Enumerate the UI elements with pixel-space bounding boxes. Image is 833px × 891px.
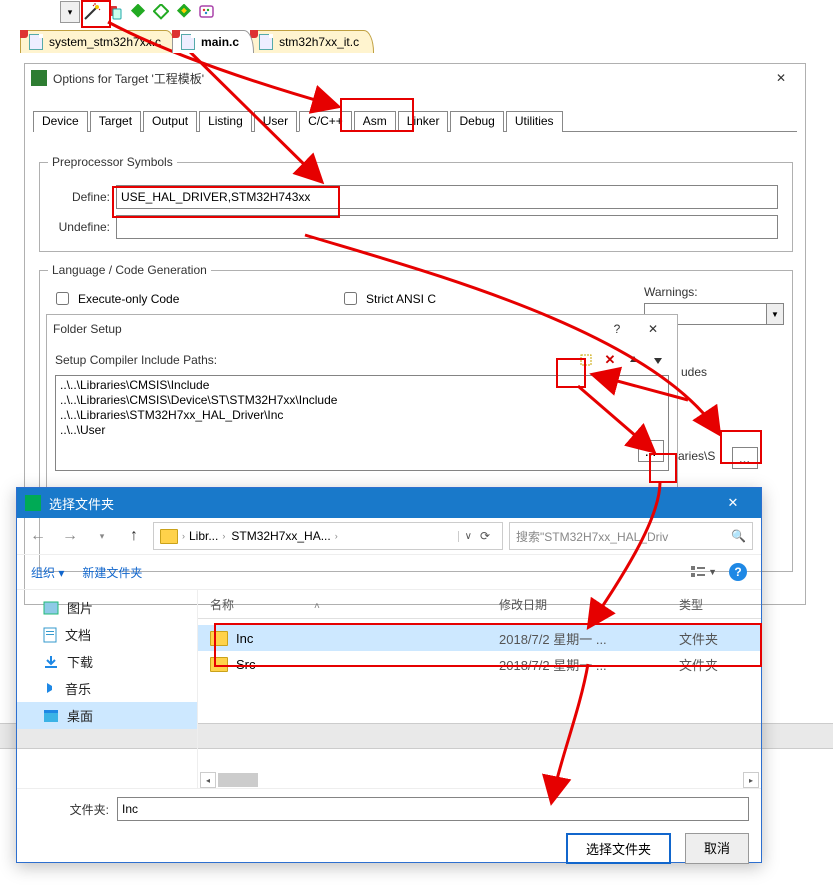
sidebar-item[interactable]: 文档: [17, 621, 197, 648]
sidebar-item[interactable]: 桌面: [17, 702, 197, 729]
include-paths-prompt: Setup Compiler Include Paths:: [55, 353, 217, 367]
wand-icon[interactable]: [81, 1, 103, 23]
app-icon: [31, 70, 47, 86]
dialog-title: Folder Setup: [53, 322, 122, 336]
move-up-icon[interactable]: [623, 349, 645, 371]
close-icon[interactable]: ✕: [713, 488, 753, 518]
folder-row[interactable]: Inc 2018/7/2 星期一 ... 文件夹: [198, 625, 761, 651]
file-tab-label: stm32h7xx_it.c: [279, 35, 359, 49]
file-tab[interactable]: main.c: [172, 30, 254, 53]
diamond-outline-icon[interactable]: [150, 1, 172, 23]
include-paths-value-tail: aries\S: [678, 449, 715, 463]
path-entry[interactable]: ..\..\User: [60, 423, 664, 438]
undefine-label: Undefine:: [46, 220, 110, 234]
group-caption: Preprocessor Symbols: [48, 155, 177, 169]
folder-name-input[interactable]: [117, 797, 749, 821]
horizontal-scrollbar[interactable]: ◂▸: [198, 772, 761, 788]
folder-icon: [210, 631, 228, 646]
file-tab-strip: system_stm32h7xx.c main.c stm32h7xx_it.c: [20, 30, 370, 52]
path-entry[interactable]: ..\..\Libraries\CMSIS\Include: [60, 378, 664, 393]
path-entry[interactable]: ..\..\Libraries\STM32H7xx_HAL_Driver\Inc: [60, 408, 664, 423]
file-tab-label: system_stm32h7xx.c: [49, 35, 161, 49]
dialog-title: 选择文件夹: [49, 494, 114, 513]
column-header[interactable]: 修改日期: [499, 596, 679, 613]
new-folder-button[interactable]: 新建文件夹: [82, 564, 142, 581]
tab-user[interactable]: User: [254, 111, 297, 132]
sidebar-item[interactable]: 音乐: [17, 675, 197, 702]
search-input[interactable]: 搜索"STM32H7xx_HAL_Driv 🔍: [509, 522, 753, 550]
c-file-icon: [259, 34, 273, 50]
path-entry[interactable]: ..\..\Libraries\CMSIS\Device\ST\STM32H7x…: [60, 393, 664, 408]
folder-setup-dialog: Folder Setup ? ✕ Setup Compiler Include …: [46, 314, 678, 496]
breadcrumb[interactable]: STM32H7xx_HA...: [231, 529, 330, 543]
nav-forward-icon: →: [57, 523, 83, 549]
diamond-green-icon[interactable]: [127, 1, 149, 23]
folder-icon: [210, 657, 228, 672]
sidebar-item[interactable]: 图片: [17, 594, 197, 621]
nav-up-icon[interactable]: ↑: [121, 523, 147, 549]
dialog-title: Options for Target '工程模板': [53, 70, 204, 87]
tab-listing[interactable]: Listing: [199, 111, 252, 132]
move-down-icon[interactable]: [647, 349, 669, 371]
close-icon[interactable]: ✕: [763, 66, 799, 90]
column-header[interactable]: 名称: [210, 598, 234, 612]
tab-asm[interactable]: Asm: [354, 111, 396, 132]
include-paths-list[interactable]: ..\..\Libraries\CMSIS\Include ..\..\Libr…: [55, 375, 669, 471]
tab-utilities[interactable]: Utilities: [506, 111, 563, 132]
options-tab-bar: Device Target Output Listing User C/C++ …: [33, 110, 797, 132]
folder-icon: [160, 529, 178, 544]
define-input[interactable]: [116, 185, 778, 209]
delete-path-icon[interactable]: ✕: [599, 349, 621, 371]
define-label: Define:: [58, 190, 110, 204]
nav-recent-icon[interactable]: ▾: [89, 523, 115, 549]
column-header[interactable]: 类型: [679, 596, 749, 613]
folder-row[interactable]: Src 2018/7/2 星期一 ... 文件夹: [198, 651, 761, 677]
toolbar-dropdown[interactable]: ▾: [60, 1, 80, 23]
refresh-icon[interactable]: ⟳: [474, 529, 496, 543]
folder-picker-dialog: 选择文件夹 ✕ ← → ▾ ↑ ›Libr...› STM32H7xx_HA..…: [16, 487, 762, 863]
tab-device[interactable]: Device: [33, 111, 88, 132]
nav-back-icon[interactable]: ←: [25, 523, 51, 549]
organize-menu[interactable]: 组织 ▾: [31, 564, 64, 581]
palette-icon[interactable]: [196, 1, 218, 23]
tab-target[interactable]: Target: [90, 111, 141, 132]
file-tab-label: main.c: [201, 35, 239, 49]
warnings-label: Warnings:: [644, 285, 698, 299]
search-placeholder: 搜索"STM32H7xx_HAL_Driv: [516, 528, 668, 545]
strict-ansi-checkbox[interactable]: Strict ANSI C: [340, 289, 436, 308]
search-icon: 🔍: [731, 529, 746, 543]
sidebar-item[interactable]: 下载: [17, 648, 197, 675]
app-icon: [25, 495, 41, 511]
files-icon[interactable]: [104, 1, 126, 23]
address-bar[interactable]: ›Libr...› STM32H7xx_HA...› ∨ ⟳: [153, 522, 503, 550]
undefine-input[interactable]: [116, 215, 778, 239]
diamond-mixed-icon[interactable]: [173, 1, 195, 23]
include-paths-label-tail: udes: [681, 365, 707, 379]
folder-label: 文件夹:: [29, 801, 109, 818]
sidebar: 图片 文档 下载 音乐 桌面: [17, 590, 198, 788]
include-paths-browse-button[interactable]: ...: [732, 447, 758, 469]
tab-debug[interactable]: Debug: [450, 111, 503, 132]
file-tab[interactable]: stm32h7xx_it.c: [250, 30, 374, 53]
tab-output[interactable]: Output: [143, 111, 197, 132]
group-caption: Language / Code Generation: [48, 263, 211, 277]
breadcrumb[interactable]: Libr...: [189, 529, 218, 543]
c-file-icon: [181, 34, 195, 50]
cancel-button[interactable]: 取消: [685, 833, 749, 864]
help-icon[interactable]: ?: [729, 563, 747, 581]
path-browse-button[interactable]: ...: [638, 440, 664, 462]
select-folder-button[interactable]: 选择文件夹: [566, 833, 671, 864]
close-icon[interactable]: ✕: [635, 317, 671, 341]
tab-linker[interactable]: Linker: [398, 111, 449, 132]
new-path-icon[interactable]: [575, 349, 597, 371]
help-icon[interactable]: ?: [599, 317, 635, 341]
view-menu[interactable]: ▼: [690, 565, 717, 579]
file-tab[interactable]: system_stm32h7xx.c: [20, 30, 176, 53]
execute-only-checkbox[interactable]: Execute-only Code: [52, 289, 179, 308]
c-file-icon: [29, 34, 43, 50]
tab-ccpp[interactable]: C/C++: [299, 111, 352, 132]
